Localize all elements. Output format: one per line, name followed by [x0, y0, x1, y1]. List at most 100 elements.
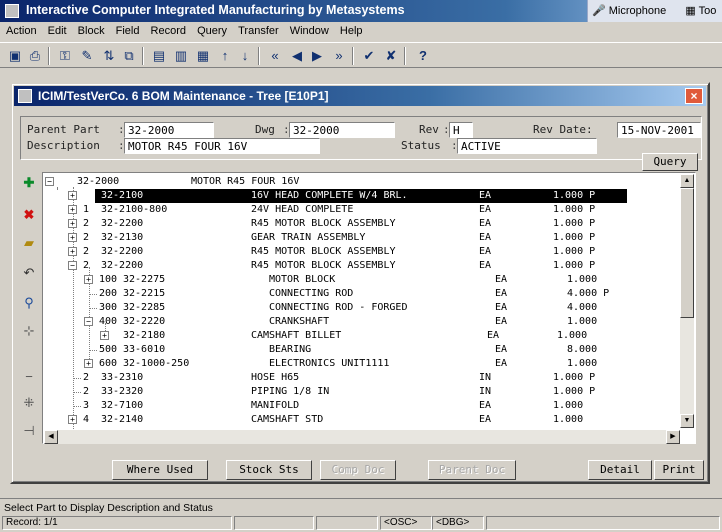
down-arrow-icon[interactable]: ↓ [236, 47, 254, 64]
tree-row[interactable]: 200 32-2215 CONNECTING ROD EA 4.000 P [43, 287, 681, 301]
row-quantity: 1.000 [567, 274, 598, 285]
save-icon[interactable]: ▣ [6, 47, 24, 64]
detail-button[interactable]: Detail [588, 460, 652, 480]
accept-icon[interactable]: ✔ [360, 47, 378, 64]
last-record-icon[interactable]: » [330, 47, 348, 64]
row-quantity: 8.000 [567, 344, 598, 355]
tools-button[interactable]: ▦ Too [685, 5, 722, 17]
menu-transfer[interactable]: Transfer [234, 22, 283, 37]
tree-branch-line [89, 294, 97, 295]
tree-row[interactable]: 500 33-6010 BEARING EA 8.000 [43, 343, 681, 357]
hotkey-icon[interactable]: ⚿ [56, 47, 74, 64]
row-seq: 4 [83, 414, 90, 425]
expand-icon[interactable]: + [84, 275, 93, 284]
dwg-field[interactable]: 32-2000 [289, 122, 395, 138]
rev-field[interactable]: H [449, 122, 473, 138]
query-button[interactable]: Query [642, 153, 698, 171]
scroll-left-icon[interactable]: ◀ [44, 430, 58, 444]
up-arrow-icon[interactable]: ↑ [216, 47, 234, 64]
vertical-scrollbar[interactable]: ▲ ▼ [680, 174, 694, 428]
expand-icon[interactable]: + [68, 191, 77, 200]
print-icon[interactable]: ⎙ [26, 47, 44, 64]
tree-row[interactable]: 2 33-2310 HOSE H65 IN 1.000 P [43, 371, 681, 385]
menu-window[interactable]: Window [286, 22, 333, 37]
tree-row[interactable]: −2 32-2200 R45 MOTOR BLOCK ASSEMBLY EA 1.000… [43, 259, 681, 273]
expand-icon[interactable]: + [84, 359, 93, 368]
first-record-icon[interactable]: « [266, 47, 284, 64]
collapse-icon[interactable]: − [84, 317, 93, 326]
parent-doc-button[interactable]: Parent Doc [428, 460, 516, 480]
collapse-all-icon[interactable]: ⊣ [20, 422, 38, 440]
scroll-right-icon[interactable]: ▶ [666, 430, 680, 444]
paste-icon[interactable]: ▤ [150, 47, 168, 64]
tree-row[interactable]: +32-2180 CAMSHAFT BILLET EA 1.000 [43, 329, 681, 343]
menu-field[interactable]: Field [112, 22, 144, 37]
status-field[interactable]: ACTIVE [457, 138, 597, 154]
row-description: 16V HEAD COMPLETE W/4 BRL. [251, 190, 408, 201]
sort-icon[interactable]: ⇅ [100, 47, 118, 64]
tree-row[interactable]: +1 32-2100-800 24V HEAD COMPLETE EA 1.000 P [43, 203, 681, 217]
prev-record-icon[interactable]: ◀ [288, 47, 306, 64]
open-folder-icon[interactable]: ▰ [20, 234, 38, 252]
menu-record[interactable]: Record [147, 22, 190, 37]
tree-row[interactable]: 300 32-2285 CONNECTING ROD - FORGED EA 4.000 [43, 301, 681, 315]
filter-icon[interactable]: ⚲ [20, 294, 38, 312]
scroll-thumb[interactable] [680, 188, 694, 318]
horizontal-scrollbar[interactable]: ◀ ▶ [44, 430, 680, 444]
print-button[interactable]: Print [654, 460, 704, 480]
window-title: ICIM/TestVerCo. 6 BOM Maintenance - Tree… [38, 89, 329, 103]
delete-record-icon[interactable]: ✖ [20, 206, 38, 224]
language-bar[interactable]: 🎤 Microphone ▦ Too [587, 0, 722, 22]
tree-branch-line [73, 392, 81, 393]
bom-tree[interactable]: − 32-2000 MOTOR R45 FOUR 16V +1 32-2100 16… [42, 172, 696, 444]
expand-icon[interactable]: + [68, 205, 77, 214]
rev-date-field[interactable]: 15-NOV-2001 [617, 122, 701, 138]
description-field[interactable]: MOTOR R45 FOUR 16V [124, 138, 320, 154]
edit-icon[interactable]: ✎ [78, 47, 96, 64]
collapse-icon[interactable]: − [45, 177, 54, 186]
menu-edit[interactable]: Edit [44, 22, 71, 37]
tree-row[interactable]: +2 32-2200 R45 MOTOR BLOCK ASSEMBLY EA 1.000… [43, 217, 681, 231]
microphone-button[interactable]: 🎤 Microphone [592, 5, 674, 17]
help-icon[interactable]: ? [414, 47, 432, 64]
expand-icon[interactable]: + [68, 219, 77, 228]
expand-all-icon[interactable]: ⁜ [20, 394, 38, 412]
add-record-icon[interactable]: ✚ [20, 174, 38, 192]
next-record-icon[interactable]: ▶ [308, 47, 326, 64]
menu-bar: Action Edit Block Field Record Query Tra… [0, 22, 722, 42]
row-um: EA [495, 344, 508, 355]
comp-doc-button[interactable]: Comp Doc [320, 460, 396, 480]
tree-row[interactable]: +2 32-2130 GEAR TRAIN ASSEMBLY EA 1.000 P [43, 231, 681, 245]
menu-block[interactable]: Block [74, 22, 109, 37]
copy-record-icon[interactable]: ▦ [194, 47, 212, 64]
menu-help[interactable]: Help [336, 22, 367, 37]
parent-part-field[interactable]: 32-2000 [124, 122, 214, 138]
menu-query[interactable]: Query [193, 22, 231, 37]
collapse-icon[interactable]: − [20, 368, 38, 386]
tree-row[interactable]: 2 33-2320 PIPING 1/8 IN IN 1.000 P [43, 385, 681, 399]
cancel-icon[interactable]: ✘ [382, 47, 400, 64]
tree-root-row[interactable]: − 32-2000 MOTOR R45 FOUR 16V [43, 175, 681, 189]
close-button[interactable]: × [685, 88, 703, 104]
undo-icon[interactable]: ↶ [20, 264, 38, 282]
tree-row[interactable]: +1 32-2100 16V HEAD COMPLETE W/4 BRL. EA 1.0… [43, 189, 681, 203]
expand-icon[interactable]: ⊹ [20, 322, 38, 340]
scroll-up-icon[interactable]: ▲ [680, 174, 694, 188]
scroll-down-icon[interactable]: ▼ [680, 414, 694, 428]
tree-row[interactable]: +100 32-2275 MOTOR BLOCK EA 1.000 [43, 273, 681, 287]
tree-row[interactable]: +2 32-2200 R45 MOTOR BLOCK ASSEMBLY EA 1.000… [43, 245, 681, 259]
copy-icon[interactable]: ⧉ [120, 47, 138, 64]
expand-icon[interactable]: + [68, 247, 77, 256]
tree-row[interactable]: +600 32-1000-250 ELECTRONICS UNIT1111 EA 1.0… [43, 357, 681, 371]
stock-sts-button[interactable]: Stock Sts [226, 460, 312, 480]
clear-icon[interactable]: ▥ [172, 47, 190, 64]
menu-action[interactable]: Action [0, 22, 41, 37]
tree-row[interactable]: −400 32-2220 CRANKSHAFT EA 1.000 [43, 315, 681, 329]
collapse-icon[interactable]: − [68, 261, 77, 270]
tree-row[interactable]: 3 32-7100 MANIFOLD EA 1.000 [43, 399, 681, 413]
tree-row[interactable]: +4 32-2140 CAMSHAFT STD EA 1.000 [43, 413, 681, 427]
expand-icon[interactable]: + [100, 331, 109, 340]
expand-icon[interactable]: + [68, 415, 77, 424]
expand-icon[interactable]: + [68, 233, 77, 242]
where-used-button[interactable]: Where Used [112, 460, 208, 480]
